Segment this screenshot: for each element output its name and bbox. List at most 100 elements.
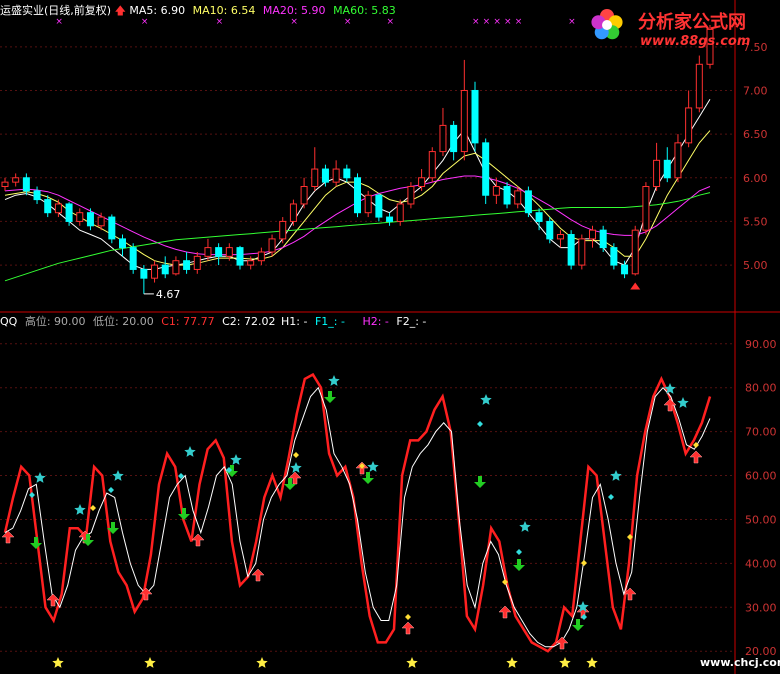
- yellow-star-icon: [144, 657, 156, 668]
- low-annotation: 4.67: [156, 288, 181, 301]
- candle-body: [279, 220, 287, 240]
- candle-body: [161, 264, 169, 275]
- sell-arrow-icon: [572, 619, 584, 631]
- buy-arrow-icon: [401, 621, 415, 635]
- candle-body: [22, 177, 30, 192]
- sell-arrow-icon: [513, 559, 525, 571]
- signal-mark: ×: [55, 17, 63, 27]
- y-tick-label: 70.00: [745, 426, 777, 439]
- series-line-c2: [4, 386, 711, 648]
- candle-body: [439, 124, 447, 153]
- candle-body: [289, 203, 297, 222]
- candle-body: [450, 124, 458, 153]
- candle-body: [321, 168, 329, 183]
- signal-mark: ×: [344, 17, 352, 27]
- arrow-up-icon: 🡅: [114, 4, 126, 17]
- candle-body: [364, 194, 372, 214]
- cyan-star-icon: [34, 472, 46, 483]
- y-tick-label: 5.50: [743, 215, 768, 228]
- signal-diamond: [293, 452, 299, 458]
- candle-body: [428, 151, 436, 179]
- y-tick-label: 80.00: [745, 382, 777, 395]
- cyan-star-icon: [367, 461, 379, 472]
- candle-body: [653, 159, 661, 188]
- buy-arrow-icon: [46, 593, 60, 607]
- y-tick-label: 5.00: [743, 259, 768, 272]
- candle-body: [54, 203, 62, 214]
- h1-label: H1: -: [280, 315, 308, 328]
- buy-arrow-icon: [498, 605, 512, 619]
- signal-diamond: [477, 421, 483, 427]
- y-tick-label: 40.00: [745, 557, 777, 570]
- candle-body: [236, 247, 244, 266]
- signal-diamond: [29, 492, 35, 498]
- buy-arrow-icon: [191, 533, 205, 547]
- candle-body: [407, 186, 415, 205]
- ma5-label: MA5: 6.90: [129, 4, 186, 17]
- signal-mark: ×: [515, 17, 523, 27]
- candle-body: [108, 216, 116, 240]
- signal-diamond: [90, 505, 96, 511]
- yellow-star-icon: [506, 657, 518, 668]
- signal-mark: ×: [472, 17, 480, 27]
- candle-body: [663, 159, 671, 179]
- candle-body: [396, 203, 404, 222]
- buy-arrow-icon: [251, 568, 265, 582]
- top-header: 运盛实业(日线,前复权) 🡅 MA5: 6.90 MA10: 6.54 MA20…: [0, 4, 396, 17]
- candle-body: [119, 238, 126, 249]
- candle-body: [642, 186, 650, 231]
- signal-mark: ×: [141, 17, 149, 27]
- signal-mark: ×: [504, 17, 512, 27]
- candle-body: [674, 142, 682, 179]
- ma20-label: MA20: 5.90: [262, 4, 326, 17]
- candle-body: [257, 251, 265, 262]
- h2-label: H2: -: [362, 315, 389, 328]
- sell-arrow-icon: [30, 537, 42, 549]
- candle-body: [685, 107, 693, 144]
- signal-mark: ×: [216, 17, 224, 27]
- buy-arrow-icon: [689, 450, 703, 464]
- candle-body: [225, 247, 233, 257]
- candle-body: [204, 247, 212, 257]
- indicator-name: QQ: [0, 315, 18, 328]
- high-label: 高位: 90.00: [24, 315, 86, 328]
- y-tick-label: 60.00: [745, 470, 777, 483]
- yellow-star-icon: [406, 657, 418, 668]
- cyan-star-icon: [290, 462, 302, 473]
- y-tick-label: 6.00: [743, 172, 768, 185]
- signal-diamond: [516, 549, 522, 555]
- candle-body: [386, 216, 394, 222]
- candle-body: [578, 238, 586, 266]
- c2-label: C2: 72.02: [222, 315, 276, 328]
- cyan-star-icon: [664, 383, 676, 394]
- watermark-url-bottom: www.chcj.com: [700, 656, 780, 669]
- watermark-title: 分析家公式网: [638, 12, 746, 33]
- f2-label: F2_: -: [396, 315, 427, 328]
- candle-body: [621, 264, 629, 275]
- candle-body: [343, 168, 351, 179]
- cyan-star-icon: [677, 397, 689, 408]
- candle-body: [332, 168, 340, 183]
- signal-diamond: [108, 487, 114, 493]
- candle-body: [268, 238, 276, 253]
- candle-body: [503, 186, 511, 205]
- watermark-url: www.88gs.com: [640, 34, 751, 49]
- candle-body: [354, 177, 361, 214]
- candle-body: [610, 247, 618, 266]
- signal-mark: ×: [483, 17, 491, 27]
- candle-body: [33, 190, 41, 201]
- low-label: 低位: 20.00: [93, 315, 154, 328]
- candle-body: [631, 229, 639, 275]
- c1-label: C1: 77.77: [161, 315, 215, 328]
- price-chart[interactable]: 7.507.006.506.005.505.004.67× × × × × × × × × × × ×…: [0, 0, 780, 674]
- candle-body: [492, 186, 500, 196]
- yellow-star-icon: [52, 657, 64, 668]
- sell-arrow-icon: [324, 391, 336, 403]
- cyan-star-icon: [112, 470, 124, 481]
- candle-body: [311, 168, 319, 188]
- candle-body: [471, 89, 479, 144]
- candle-body: [599, 229, 607, 249]
- candle-body: [1, 181, 9, 188]
- yellow-star-icon: [256, 657, 268, 668]
- stock-title: 运盛实业(日线,前复权): [0, 4, 112, 17]
